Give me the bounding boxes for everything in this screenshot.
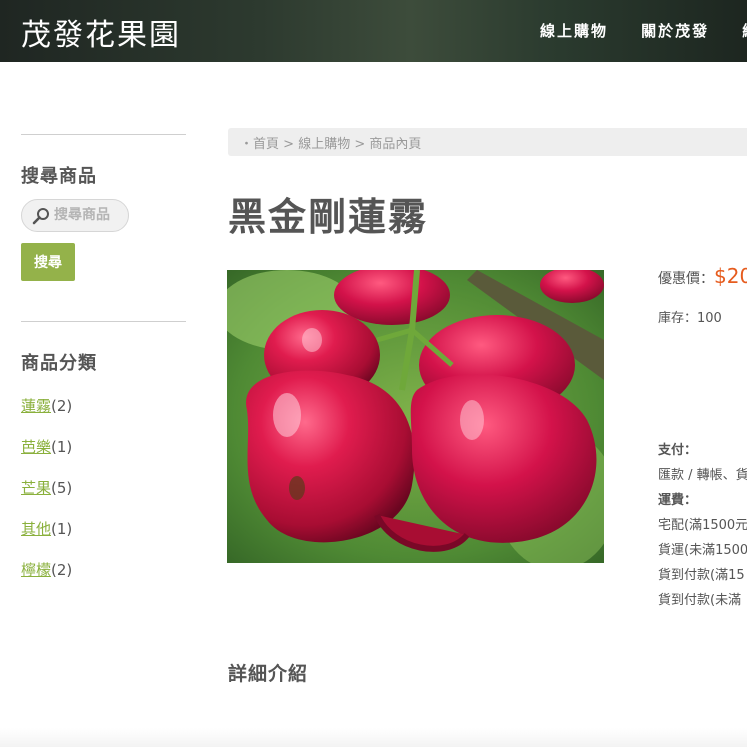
category-list: 蓮霧(2) 芭樂(1) 芒果(5) 其他(1) 檸檬(2) [21,395,72,600]
product-title: 黑金剛蓮霧 [228,195,429,239]
category-item: 檸檬(2) [21,559,72,600]
category-item: 蓮霧(2) [21,395,72,436]
breadcrumb-separator: > [279,137,299,152]
detail-heading: 詳細介紹 [228,663,309,685]
sidebar-divider [21,321,186,322]
category-link-wax-apple[interactable]: 蓮霧 [21,397,51,415]
main-nav: 線上購物 關於茂發 線 [540,20,747,41]
category-item: 芭樂(1) [21,436,72,477]
search-input[interactable] [54,207,126,223]
search-button[interactable]: 搜尋 [21,243,75,281]
price-label: 優惠價： [658,271,714,287]
wax-apple-photo [227,270,604,563]
payment-methods: 匯款 / 轉帳、貨 [658,468,747,483]
breadcrumb-current: 商品內頁 [369,137,422,152]
breadcrumb: ・首頁 > 線上購物 > 商品內頁 [228,128,747,156]
category-count: (1) [51,520,73,538]
payment-shipping-info: 支付： 匯款 / 轉帳、貨 運費： 宅配(滿1500元 貨運(未滿1500 貨到… [658,438,747,613]
price-row: 優惠價：$20 [658,264,747,288]
shipping-line: 貨到付款(未滿 [658,593,742,608]
search-icon [32,208,49,225]
site-header: 茂發花果園 線上購物 關於茂發 線 [0,0,747,62]
breadcrumb-shop[interactable]: 線上購物 [298,137,350,152]
sidebar-divider [21,134,186,135]
shipping-label: 運費： [658,493,698,508]
price-value: $20 [714,264,747,288]
category-count: (2) [51,561,73,579]
search-field[interactable] [21,199,129,232]
category-count: (5) [51,479,73,497]
category-item: 其他(1) [21,518,72,559]
breadcrumb-home[interactable]: 首頁 [253,137,279,152]
category-link-mango[interactable]: 芒果 [21,479,51,497]
nav-item-about[interactable]: 關於茂發 [641,20,709,41]
nav-item-more[interactable]: 線 [742,20,747,41]
category-heading: 商品分類 [21,353,97,374]
shipping-line: 貨運(未滿1500 [658,543,747,558]
breadcrumb-separator: > [350,137,370,152]
shipping-line: 宅配(滿1500元 [658,518,747,533]
category-link-guava[interactable]: 芭樂 [21,438,51,456]
category-link-lemon[interactable]: 檸檬 [21,561,51,579]
shipping-line: 貨到付款(滿15 [658,568,745,583]
stock-info: 庫存：100 [658,311,722,326]
category-item: 芒果(5) [21,477,72,518]
category-link-other[interactable]: 其他 [21,520,51,538]
product-image[interactable] [227,270,604,563]
category-count: (2) [51,397,73,415]
breadcrumb-bullet: ・ [240,137,254,152]
site-title[interactable]: 茂發花果園 [21,10,181,54]
nav-item-shop[interactable]: 線上購物 [540,20,608,41]
page-bottom-shade [0,728,747,747]
search-heading: 搜尋商品 [21,166,97,187]
category-count: (1) [51,438,73,456]
payment-label: 支付： [658,443,698,458]
